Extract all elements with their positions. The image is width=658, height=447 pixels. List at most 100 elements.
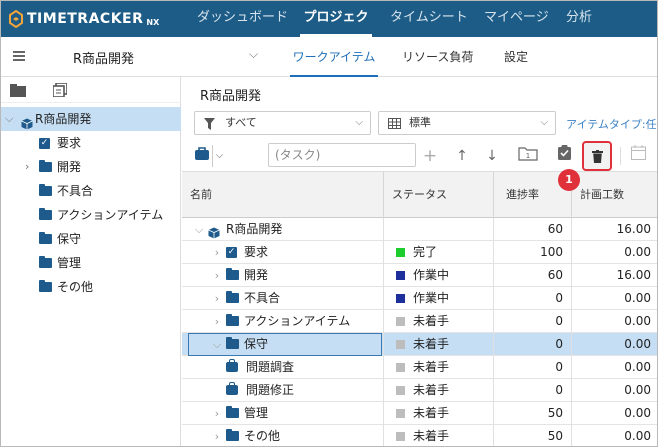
chevron-right-icon[interactable]: › — [210, 287, 224, 310]
tree-item[interactable]: その他 — [1, 275, 181, 299]
table-row[interactable]: › 管理 未着手 50 0.00 — [182, 402, 657, 425]
add-item-type-button[interactable] — [194, 145, 210, 167]
folder-icon — [39, 160, 52, 172]
bag-icon — [195, 147, 209, 160]
cell-name: 問題調査 — [182, 356, 384, 379]
cell-name: 問題修正 — [182, 379, 384, 402]
table-row[interactable]: › 不具合 作業中 0 0.00 — [182, 287, 657, 310]
chevron-right-icon[interactable]: › — [210, 402, 224, 425]
table-row[interactable]: › アクションアイテム 未着手 0 0.00 — [182, 310, 657, 333]
step-callout-badge: 1 — [558, 169, 580, 191]
chevron-right-icon[interactable]: › — [210, 241, 224, 264]
chevron-down-icon[interactable]: ⌵ — [5, 107, 13, 131]
column-header-name[interactable]: 名前 — [182, 172, 384, 218]
cell-progress: 50 — [494, 425, 572, 446]
cell-status: 作業中 — [384, 264, 494, 287]
status-color-swatch — [396, 363, 405, 372]
cube-icon — [21, 114, 33, 130]
app-window: TIMETRACKER NX ダッシュボード プロジェクト タイムシート マイペ… — [0, 0, 658, 447]
chevron-right-icon[interactable]: › — [210, 264, 224, 287]
tree-item[interactable]: ✓ 要求 — [1, 131, 181, 155]
nav-timesheet[interactable]: タイムシート — [390, 1, 468, 37]
tree-item-label: 不具合 — [57, 184, 94, 198]
tab-settings[interactable]: 設定 — [504, 37, 528, 77]
delete-button[interactable] — [582, 141, 612, 171]
item-type-filter-link[interactable]: アイテムタイプ:任 — [566, 116, 657, 132]
table-row[interactable]: › その他 未着手 50 0.00 — [182, 425, 657, 446]
tree-item[interactable]: 管理 — [1, 251, 181, 275]
chevron-down-icon[interactable]: ⌵ — [212, 145, 226, 167]
cell-progress: 0 — [494, 287, 572, 310]
chevron-right-icon[interactable]: › — [25, 155, 29, 179]
clipboard-check-button[interactable] — [554, 145, 574, 167]
tree-item[interactable]: アクションアイテム — [1, 203, 181, 227]
cell-planned-hours: 0.00 — [624, 291, 651, 305]
cell-status: 未着手 — [384, 310, 494, 333]
cell-status: 未着手 — [384, 333, 494, 356]
chevron-down-icon[interactable]: ⌵ — [192, 218, 206, 241]
status-text: 完了 — [413, 245, 438, 259]
table-row[interactable]: ⌵ 保守 未着手 0 0.00 — [182, 333, 657, 356]
chevron-down-icon[interactable]: ⌵ — [249, 47, 258, 62]
table-view-icon — [388, 118, 401, 129]
tree-item[interactable]: 不具合 — [1, 179, 181, 203]
cell-planned-hours: 16.00 — [616, 268, 651, 282]
folder-icon — [39, 232, 52, 244]
add-icon[interactable]: + — [420, 145, 440, 167]
column-header-status[interactable]: ステータス — [384, 172, 494, 218]
bag-icon — [226, 382, 238, 395]
folder-add-button[interactable]: 1 — [516, 145, 540, 167]
grid-toolbar: ⌵ (タスク) + ↑ ↓ 1 — [182, 141, 657, 171]
move-down-icon[interactable]: ↓ — [482, 145, 502, 167]
check-icon: ✓ — [39, 138, 50, 149]
folder-icon — [226, 406, 239, 418]
cell-status: 未着手 — [384, 425, 494, 446]
cell-name: › 管理 — [182, 402, 384, 425]
folder-icon — [226, 314, 239, 326]
status-color-swatch — [396, 409, 405, 418]
folder-icon: 1 — [518, 147, 538, 161]
status-color-swatch — [396, 386, 405, 395]
cell-name: ⌵ R商品開発 — [182, 218, 384, 241]
cell-planned-hours: 16.00 — [616, 222, 651, 236]
table-row[interactable]: 問題修正 未着手 0 0.00 — [182, 379, 657, 402]
list-view-icon[interactable] — [53, 83, 67, 97]
tree-item-label: 保守 — [57, 232, 82, 246]
status-color-swatch — [396, 248, 405, 257]
table-row[interactable]: › 開発 作業中 60 16.00 — [182, 264, 657, 287]
nav-project[interactable]: プロジェクト — [300, 1, 372, 59]
cell-planned-hours: 0.00 — [624, 360, 651, 374]
cell-status: 完了 — [384, 241, 494, 264]
cell-planned-hours: 0.00 — [624, 337, 651, 351]
column-header-planned-hours[interactable]: 計画工数 — [572, 172, 657, 218]
cell-status: 作業中 — [384, 287, 494, 310]
status-text: 作業中 — [413, 291, 450, 305]
table-row[interactable]: 問題調査 未着手 0 0.00 — [182, 356, 657, 379]
brand-name: TIMETRACKER — [27, 11, 144, 27]
nav-analysis[interactable]: 分析 — [566, 1, 592, 37]
tree-item[interactable]: › 開発 — [1, 155, 181, 179]
menu-icon[interactable] — [13, 51, 25, 61]
table-row[interactable]: ⌵ R商品開発 60 16.00 — [182, 218, 657, 241]
move-up-icon[interactable]: ↑ — [452, 145, 472, 167]
chevron-right-icon[interactable]: › — [210, 310, 224, 333]
tab-work-items[interactable]: ワークアイテム — [290, 37, 378, 77]
toolbar-divider — [620, 147, 621, 165]
trash-icon — [592, 150, 603, 163]
tree-item[interactable]: 保守 — [1, 227, 181, 251]
filter-dropdown[interactable]: すべて ⌵ — [194, 111, 371, 135]
folder-view-icon[interactable] — [10, 84, 26, 97]
tab-resource-load[interactable]: リソース負荷 — [402, 37, 473, 77]
calendar-button[interactable] — [628, 145, 648, 167]
app-logo[interactable]: TIMETRACKER NX — [9, 9, 159, 29]
task-name-input[interactable]: (タスク) — [268, 143, 416, 167]
nav-mypage[interactable]: マイページ — [484, 1, 549, 37]
table-row[interactable]: › ✓ 要求 完了 100 0.00 — [182, 241, 657, 264]
folder-icon — [226, 429, 239, 441]
view-dropdown[interactable]: 標準 ⌵ — [378, 111, 556, 135]
nav-dashboard[interactable]: ダッシュボード — [197, 1, 288, 37]
filter-value: すべて — [225, 116, 257, 129]
tree-item[interactable]: ⌵ R商品開発 — [1, 107, 181, 131]
project-selector-label[interactable]: R商品開発 — [73, 48, 134, 67]
chevron-right-icon[interactable]: › — [210, 425, 224, 446]
